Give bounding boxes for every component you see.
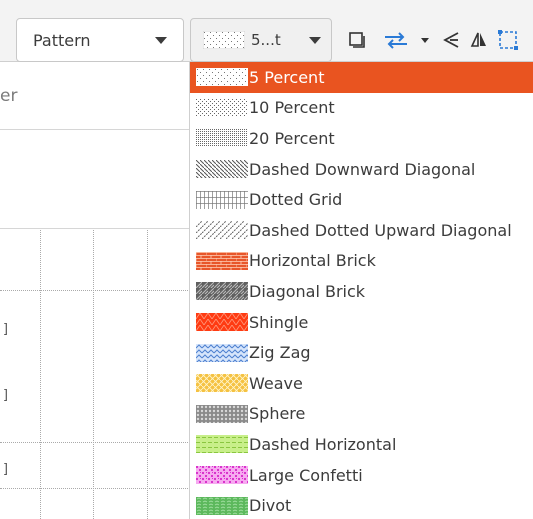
dropdown-item-label: Diagonal Brick: [249, 281, 366, 301]
transform-icon: [498, 30, 518, 50]
chevron-down-icon: [155, 36, 167, 44]
dashdot-up-swatch-icon: [196, 221, 248, 240]
dropdown-item-label: 20 Percent: [249, 128, 335, 148]
shadow-icon: [349, 32, 365, 48]
canvas-grid: ] ] ]: [0, 230, 190, 519]
dropdown-item-label: Divot: [249, 496, 292, 516]
dropdown-item-dots-20[interactable]: 20 Percent: [190, 123, 533, 154]
flip-horizontal-icon: [470, 32, 486, 47]
dropdown-item-label: Shingle: [249, 312, 309, 332]
dropdown-item-label: Weave: [249, 373, 303, 393]
dropdown-item-dashed-h[interactable]: Dashed Horizontal: [190, 429, 533, 460]
h-brick-swatch-icon: [196, 251, 248, 270]
dropdown-item-divot[interactable]: Divot: [190, 490, 533, 519]
sidebar-ruler-header: er: [0, 62, 190, 130]
arrange-dropdown-button[interactable]: [418, 28, 432, 52]
transform-button[interactable]: [494, 28, 524, 52]
shingle-swatch-icon: [196, 313, 248, 332]
bracket-marker: ]: [2, 322, 10, 337]
dropdown-item-label: Zig Zag: [249, 343, 311, 363]
zigzag-swatch-icon: [196, 343, 248, 362]
chevron-down-icon: [421, 37, 429, 43]
flip-button[interactable]: [468, 28, 490, 52]
sphere-swatch-icon: [196, 404, 248, 423]
dropdown-item-label: 5 Percent: [249, 67, 325, 87]
dropdown-item-label: Dashed Dotted Upward Diagonal: [249, 220, 512, 240]
sidebar-header-text: er: [0, 86, 18, 106]
dropdown-item-label: Horizontal Brick: [249, 251, 376, 271]
bracket-marker: ]: [2, 462, 10, 477]
dots-20-swatch-icon: [196, 129, 248, 148]
dropdown-item-confetti[interactable]: Large Confetti: [190, 460, 533, 491]
dropdown-item-h-brick[interactable]: Horizontal Brick: [190, 246, 533, 277]
grid-line: [147, 230, 148, 519]
dropdown-item-sphere[interactable]: Sphere: [190, 399, 533, 430]
dropdown-item-zigzag[interactable]: Zig Zag: [190, 337, 533, 368]
dropdown-item-dots-5[interactable]: 5 Percent: [190, 62, 533, 93]
confetti-swatch-icon: [196, 466, 248, 485]
dots-5-swatch-icon: [196, 68, 248, 87]
dropdown-item-label: Large Confetti: [249, 465, 363, 485]
dropdown-item-label: Sphere: [249, 404, 306, 424]
dropdown-item-dots-10[interactable]: 10 Percent: [190, 93, 533, 124]
grid-line: [0, 488, 190, 489]
dropdown-item-dashed-down[interactable]: Dashed Downward Diagonal: [190, 154, 533, 185]
shadow-toggle-button[interactable]: [346, 28, 368, 52]
bracket-marker: ]: [2, 388, 10, 403]
dropdown-item-label: Dashed Downward Diagonal: [249, 159, 476, 179]
align-button[interactable]: [440, 28, 462, 52]
weave-swatch-icon: [196, 374, 248, 393]
grid-line: [93, 230, 94, 519]
swap-arrows-icon: [385, 32, 407, 49]
align-icon: [443, 32, 459, 48]
dropdown-item-weave[interactable]: Weave: [190, 368, 533, 399]
sidebar-panel: [0, 131, 190, 229]
grid-line: [0, 290, 190, 291]
dropdown-item-d-brick[interactable]: Diagonal Brick: [190, 276, 533, 307]
dropdown-item-label: Dotted Grid: [249, 190, 343, 210]
app-window: Pattern 5...t er]]] 5 Percent 10 Perc…: [0, 0, 533, 519]
chevron-down-icon: [309, 36, 321, 44]
grid-line: [0, 442, 190, 443]
pattern-preview-icon: [203, 31, 245, 49]
pattern-combobox[interactable]: 5...t: [190, 18, 332, 62]
arrange-button[interactable]: [376, 28, 416, 52]
dropdown-item-shingle[interactable]: Shingle: [190, 307, 533, 338]
dashed-h-swatch-icon: [196, 435, 248, 454]
fill-type-combobox[interactable]: Pattern: [16, 18, 184, 62]
fill-type-value: Pattern: [33, 30, 91, 50]
dropdown-item-label: 10 Percent: [249, 98, 335, 118]
pattern-value: 5...t: [251, 31, 281, 49]
pattern-dropdown-list: 5 Percent 10 Percent 20 Percent Dashed Down…: [189, 62, 533, 519]
dropdown-item-dashdot-up[interactable]: Dashed Dotted Upward Diagonal: [190, 215, 533, 246]
dotted-grid-swatch-icon: [196, 190, 248, 209]
grid-line: [40, 230, 41, 519]
dashed-down-swatch-icon: [196, 160, 248, 179]
dropdown-item-label: Dashed Horizontal: [249, 434, 397, 454]
d-brick-swatch-icon: [196, 282, 248, 301]
dropdown-item-dotted-grid[interactable]: Dotted Grid: [190, 184, 533, 215]
dots-10-swatch-icon: [196, 98, 248, 117]
toolbar: Pattern 5...t: [0, 0, 533, 62]
divot-swatch-icon: [196, 496, 248, 515]
